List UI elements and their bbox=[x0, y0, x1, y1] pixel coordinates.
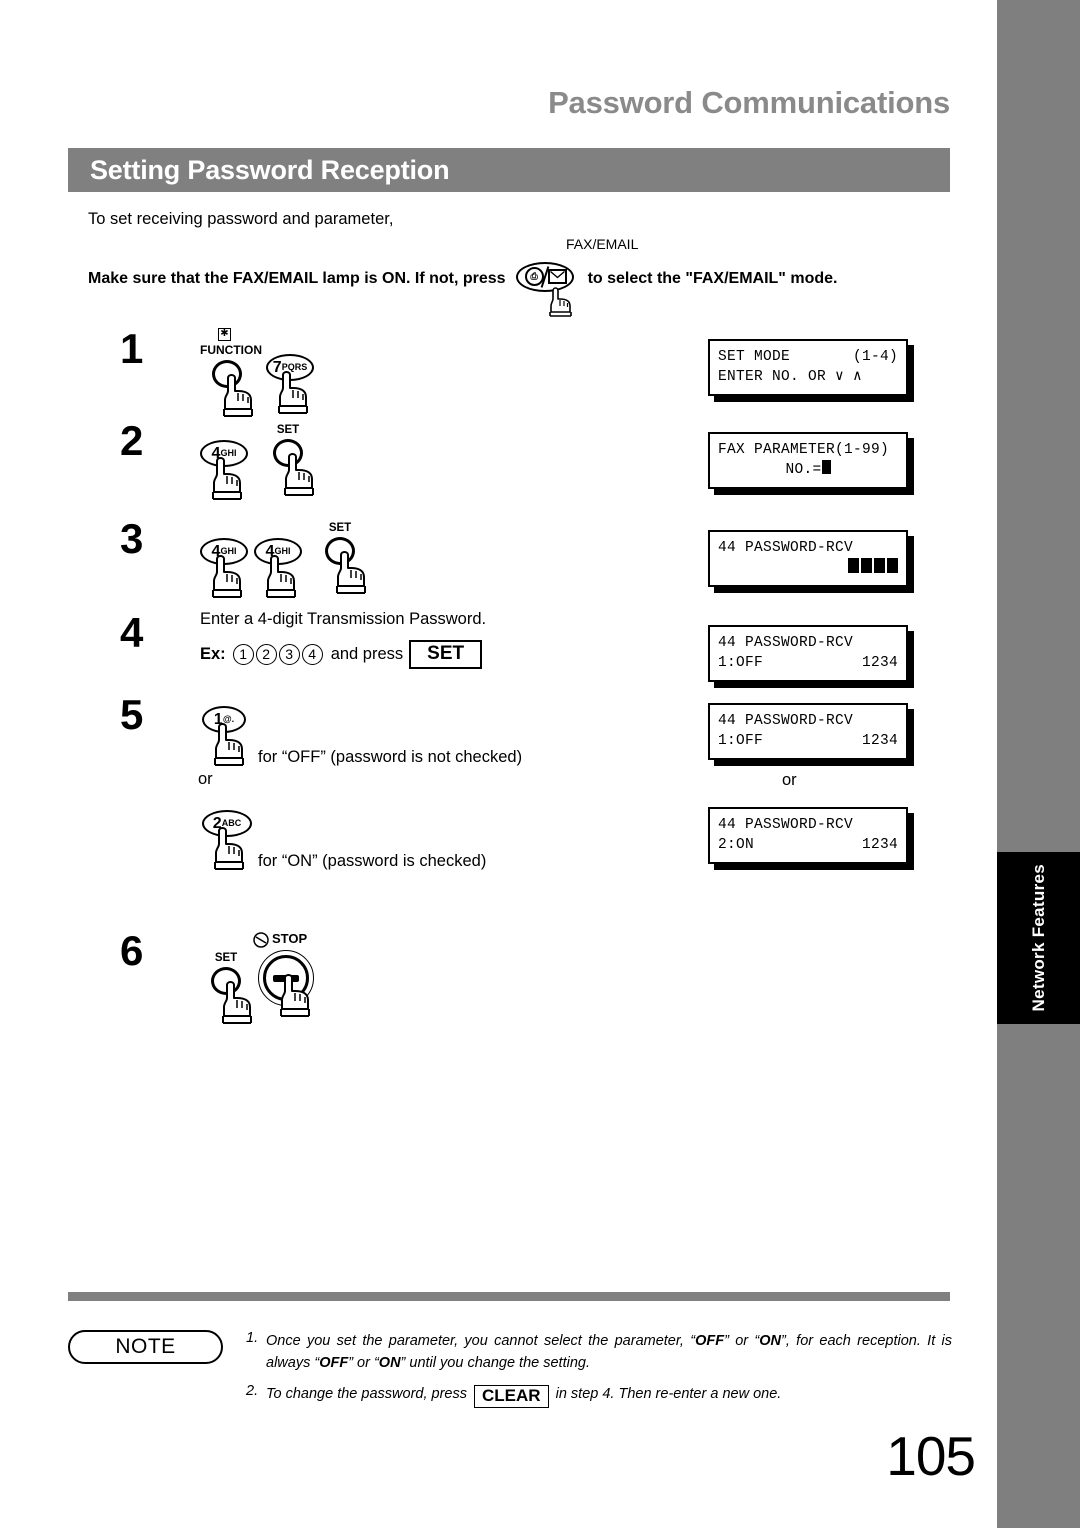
pressing-hand-icon bbox=[278, 371, 308, 414]
set-key-caption: SET bbox=[214, 952, 238, 964]
lcd-step-3: 44 PASSWORD-RCV bbox=[708, 530, 908, 587]
step-number-3: 3 bbox=[120, 515, 144, 562]
lcd-4-line2-left: 1:OFF bbox=[718, 655, 764, 671]
lcd-1-line2: ENTER NO. OR ∨ ∧ bbox=[718, 369, 863, 385]
faxemail-key-caption: FAX/EMAIL bbox=[566, 236, 639, 252]
asterisk-icon: ✱ bbox=[218, 328, 231, 341]
lcd-5b-line1: 44 PASSWORD-RCV bbox=[718, 817, 854, 833]
lcd-5a-line2-right: 1234 bbox=[861, 733, 898, 749]
side-index-tab-label: Network Features bbox=[1028, 864, 1048, 1012]
lcd-5a-line2-left: 1:OFF bbox=[718, 733, 764, 749]
lcd-4-line1: 44 PASSWORD-RCV bbox=[718, 635, 854, 651]
pressing-hand-icon bbox=[284, 453, 314, 496]
note-item-2-body: To change the password, press CLEAR in s… bbox=[266, 1383, 952, 1408]
note-text: To change the password, press bbox=[266, 1386, 472, 1402]
or-label-right: or bbox=[782, 771, 797, 789]
example-mid-text: and press bbox=[330, 645, 404, 663]
pressing-hand-icon bbox=[336, 551, 366, 594]
intro-line-2-after: to select the "FAX/EMAIL" mode. bbox=[587, 270, 838, 287]
clear-key-box[interactable]: CLEAR bbox=[474, 1385, 549, 1408]
lcd-step-5-off: 44 PASSWORD-RCV 1:OFF 1234 bbox=[708, 703, 908, 760]
stop-key-caption: STOP bbox=[272, 931, 308, 946]
note-item-2: 2. To change the password, press CLEAR i… bbox=[246, 1383, 952, 1408]
lcd-5b-line2-right: 1234 bbox=[861, 837, 898, 853]
emphasis-text: ON bbox=[759, 1333, 782, 1349]
step-5-option-b-key: 2ABC bbox=[202, 810, 252, 870]
pressing-hand-icon bbox=[212, 555, 242, 598]
envelope-flap-icon bbox=[549, 271, 565, 279]
note-text: ” or “ bbox=[348, 1355, 379, 1371]
intro-line-2: Make sure that the FAX/EMAIL lamp is ON.… bbox=[88, 262, 838, 317]
note-list: 1. Once you set the parameter, you canno… bbox=[246, 1330, 952, 1417]
pressing-hand-icon bbox=[223, 374, 253, 417]
lcd-cursor-icon bbox=[821, 460, 831, 474]
circled-digit-3: 3 bbox=[278, 644, 300, 665]
step-5-option-a-key: 1@. bbox=[202, 706, 246, 766]
lcd-2-line1: FAX PARAMETER(1-99) bbox=[718, 442, 890, 458]
note-text: ” or “ bbox=[724, 1333, 760, 1349]
pressing-hand-icon bbox=[548, 287, 572, 317]
lcd-2-line2: NO.= bbox=[785, 462, 822, 478]
pressing-hand-icon bbox=[214, 827, 244, 870]
intro-line-2-before: Make sure that the FAX/EMAIL lamp is ON.… bbox=[88, 270, 506, 287]
step-number-2: 2 bbox=[120, 417, 144, 464]
set-key-box[interactable]: SET bbox=[409, 640, 483, 669]
lcd-4-line2-right: 1234 bbox=[861, 655, 898, 671]
circled-digit-1: 1 bbox=[232, 644, 254, 665]
pressing-hand-icon bbox=[222, 981, 252, 1024]
step-number-1: 1 bbox=[120, 325, 144, 372]
section-title: Setting Password Reception bbox=[90, 154, 450, 185]
step-4-instruction: Enter a 4-digit Transmission Password. bbox=[200, 610, 487, 628]
pressing-hand-icon bbox=[214, 723, 244, 766]
side-index-tab: Network Features bbox=[997, 852, 1080, 1024]
intro-line-1: To set receiving password and parameter, bbox=[88, 210, 394, 228]
note-text: ” until you change the setting. bbox=[400, 1355, 590, 1371]
step-5-option-b-text: for “ON” (password is checked) bbox=[258, 852, 487, 870]
lcd-step-5-on: 44 PASSWORD-RCV 2:ON 1234 bbox=[708, 807, 908, 864]
emphasis-text: OFF bbox=[319, 1355, 349, 1371]
stop-symbol-icon bbox=[253, 932, 269, 948]
lcd-step-2: FAX PARAMETER(1-99) NO.= bbox=[708, 432, 908, 489]
note-item-1-index: 1. bbox=[246, 1330, 259, 1346]
password-mask-blocks bbox=[846, 558, 898, 578]
emphasis-text: ON bbox=[378, 1355, 401, 1371]
step-number-5: 5 bbox=[120, 691, 144, 738]
circled-digit-2: 2 bbox=[255, 644, 277, 665]
function-key-caption: FUNCTION bbox=[200, 343, 262, 357]
page-content: Password Communications Setting Password… bbox=[0, 0, 997, 1528]
faxemail-icon: ⎙ bbox=[515, 262, 578, 317]
note-item-1-body: Once you set the parameter, you cannot s… bbox=[266, 1330, 952, 1374]
step-number-4: 4 bbox=[120, 609, 144, 656]
note-item-2-index: 2. bbox=[246, 1383, 259, 1399]
footer-divider bbox=[68, 1292, 950, 1301]
example-label: Ex: bbox=[200, 645, 226, 663]
set-key-caption: SET bbox=[276, 424, 300, 436]
pressing-hand-icon bbox=[212, 457, 242, 500]
lcd-3-line1: 44 PASSWORD-RCV bbox=[718, 540, 854, 556]
right-edge-gray-band bbox=[997, 0, 1080, 1528]
running-head: Password Communications bbox=[548, 85, 950, 120]
page-number: 105 bbox=[886, 1425, 976, 1487]
lcd-1-line1-left: SET MODE bbox=[718, 349, 791, 365]
step-4-example-line: Ex: 1 2 3 4 and press SET bbox=[200, 640, 483, 669]
pressing-hand-icon bbox=[280, 974, 310, 1017]
note-item-1: 1. Once you set the parameter, you canno… bbox=[246, 1330, 952, 1374]
note-badge: NOTE bbox=[68, 1330, 223, 1364]
lcd-5a-line1: 44 PASSWORD-RCV bbox=[718, 713, 854, 729]
lcd-1-line1-right: (1-4) bbox=[852, 349, 898, 365]
set-key-caption: SET bbox=[328, 522, 352, 534]
lcd-step-1: SET MODE (1-4) ENTER NO. OR ∨ ∧ bbox=[708, 339, 908, 396]
emphasis-text: OFF bbox=[695, 1333, 725, 1349]
note-text: Once you set the parameter, you cannot s… bbox=[266, 1333, 696, 1349]
step-5-option-a-text: for “OFF” (password is not checked) bbox=[258, 748, 523, 766]
circled-digit-4: 4 bbox=[301, 644, 323, 665]
lcd-5b-line2-left: 2:ON bbox=[718, 837, 755, 853]
section-title-bar: Setting Password Reception bbox=[68, 148, 950, 192]
note-text: in step 4. Then re-enter a new one. bbox=[551, 1386, 782, 1402]
step-number-6: 6 bbox=[120, 927, 144, 974]
pressing-hand-icon bbox=[266, 555, 296, 598]
lcd-step-4: 44 PASSWORD-RCV 1:OFF 1234 bbox=[708, 625, 908, 682]
or-label-left: or bbox=[198, 770, 213, 788]
